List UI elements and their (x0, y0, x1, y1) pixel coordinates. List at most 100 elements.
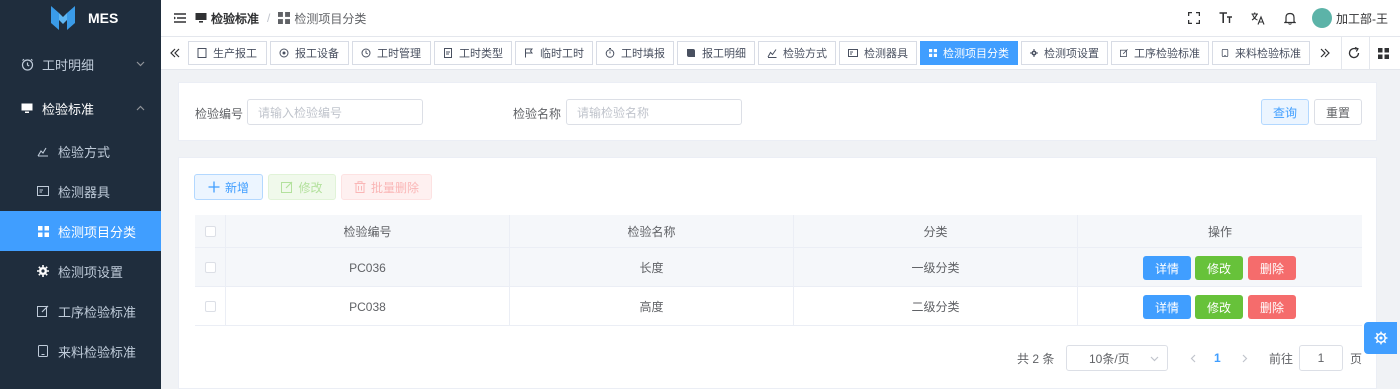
tab-item[interactable]: 检验方式 (758, 41, 836, 65)
cell-code: PC038 (226, 287, 510, 326)
tab-item[interactable]: 工序检验标准 (1111, 41, 1209, 65)
sidebar-item-inspection-tools[interactable]: 检测器具 (0, 171, 161, 211)
data-table: 检验编号 检验名称 分类 操作 PC036 长度 一级分类 详情 修改 删除 P… (195, 215, 1362, 327)
sidebar-item-label: 检测项目分类 (58, 224, 137, 240)
sidebar-item-process-standard[interactable]: 工序检验标准 (0, 291, 161, 331)
phone-icon (36, 344, 50, 358)
sidebar-item-label: 工序检验标准 (58, 304, 137, 320)
breadcrumb-separator: / (267, 11, 271, 25)
double-chevron-left-icon[interactable] (165, 37, 185, 69)
hamburger-icon[interactable] (165, 0, 195, 36)
tab-item[interactable]: 工时类型 (434, 41, 512, 65)
tab-item[interactable]: 来料检验标准 (1212, 41, 1310, 65)
goto-page-input[interactable]: 1 (1299, 345, 1343, 371)
sidebar: MES 工时明细 检验标准 检验方式 检测器具 检测项目分类 检测项设置 工序检… (0, 0, 161, 389)
tab-label: 报工设备 (295, 48, 339, 60)
tab-label: 临时工时 (540, 48, 584, 60)
edit-button-label: 修改 (298, 180, 323, 195)
prev-page-icon[interactable] (1186, 345, 1200, 371)
fullscreen-icon[interactable] (1178, 0, 1210, 36)
sidebar-group-inspection-standard[interactable]: 检验标准 (0, 88, 161, 128)
app-name: MES (88, 10, 119, 26)
tab-item[interactable]: 工时填报 (596, 41, 674, 65)
tab-item[interactable]: 生产报工 (188, 41, 267, 65)
current-page[interactable]: 1 (1214, 345, 1221, 371)
breadcrumb-item[interactable]: 检验标准 (211, 10, 259, 27)
row-delete-button[interactable]: 删除 (1248, 256, 1296, 280)
user-name: 加工部-王 (1336, 11, 1388, 26)
tab-label: 生产报工 (213, 48, 257, 60)
row-checkbox[interactable] (195, 248, 226, 287)
row-edit-button[interactable]: 修改 (1195, 295, 1243, 319)
sidebar-item-inspection-method[interactable]: 检验方式 (0, 131, 161, 171)
tab-item[interactable]: 检测项设置 (1021, 41, 1108, 65)
tab-label: 检测项目分类 (943, 48, 1009, 60)
sidebar-item-inspection-settings[interactable]: 检测项设置 (0, 251, 161, 291)
font-size-icon[interactable] (1210, 0, 1242, 36)
name-search-input[interactable]: 请输检验名称 (566, 99, 742, 125)
tab-label: 报工明细 (702, 48, 746, 60)
sidebar-item-inspection-category[interactable]: 检测项目分类 (0, 211, 161, 251)
top-navbar: 检验标准 / 检测项目分类 加工部-王 (161, 0, 1400, 36)
trash-icon (354, 181, 366, 193)
flag-icon (525, 48, 533, 58)
sidebar-item-label: 检验方式 (58, 144, 111, 160)
next-page-icon[interactable] (1238, 345, 1252, 371)
page-size-select[interactable]: 10条/页 (1066, 345, 1168, 371)
cell-name: 高度 (510, 287, 794, 326)
grid-menu-icon[interactable] (1369, 37, 1397, 69)
code-search-input[interactable]: 请输入检验编号 (247, 99, 423, 125)
chevron-up-icon (136, 105, 145, 111)
add-button[interactable]: 新增 (194, 174, 263, 200)
sidebar-group-work-hours[interactable]: 工时明细 (0, 44, 161, 84)
tab-item[interactable]: 检测器具 (839, 41, 917, 65)
cell-category: 二级分类 (794, 287, 1078, 326)
book-icon (687, 49, 695, 57)
column-header: 检验编号 (226, 215, 510, 248)
chevron-down-icon (136, 61, 145, 67)
user-menu[interactable]: 加工部-王 (1312, 8, 1388, 28)
chevron-down-icon (1150, 356, 1159, 362)
tab-active[interactable]: 检测项目分类 (920, 41, 1018, 65)
phone-icon (1221, 49, 1229, 57)
tab-item[interactable]: 报工明细 (677, 41, 755, 65)
card-icon (848, 49, 858, 57)
translate-icon[interactable] (1242, 0, 1274, 36)
refresh-icon[interactable] (1341, 37, 1365, 69)
column-header: 分类 (794, 215, 1078, 248)
tags-view: 生产报工 报工设备 工时管理 工时类型 临时工时 工时填报 报工明细 检验方式 检测器具 检测项目… (161, 36, 1400, 70)
row-checkbox[interactable] (195, 287, 226, 326)
table-row: PC036 长度 一级分类 详情 修改 删除 (195, 248, 1362, 287)
cell-name: 长度 (510, 248, 794, 287)
tab-item[interactable]: 报工设备 (270, 41, 349, 65)
settings-fab[interactable] (1364, 322, 1397, 354)
row-edit-button[interactable]: 修改 (1195, 256, 1243, 280)
tab-item[interactable]: 临时工时 (515, 41, 593, 65)
sidebar-item-incoming-standard[interactable]: 来料检验标准 (0, 331, 161, 371)
reset-button[interactable]: 重置 (1314, 99, 1362, 125)
doc-icon (197, 48, 207, 58)
code-label: 检验编号 (195, 107, 244, 121)
detail-button[interactable]: 详情 (1143, 295, 1191, 319)
grid-icon (278, 12, 291, 24)
batch-delete-button[interactable]: 批量删除 (341, 174, 432, 200)
logo: MES (0, 0, 161, 36)
bell-icon[interactable] (1274, 0, 1306, 36)
grid-icon (36, 224, 50, 238)
sidebar-group-label: 工时明细 (42, 57, 95, 73)
gear-icon (1030, 49, 1038, 57)
tab-item[interactable]: 工时管理 (352, 41, 431, 65)
sidebar-item-label: 来料检验标准 (58, 344, 137, 360)
select-all-checkbox[interactable] (195, 215, 226, 248)
detail-button[interactable]: 详情 (1143, 256, 1191, 280)
page-size-value: 10条/页 (1089, 351, 1130, 366)
name-label: 检验名称 (513, 107, 562, 121)
double-chevron-right-icon[interactable] (1315, 37, 1335, 69)
query-button[interactable]: 查询 (1261, 99, 1309, 125)
tab-label: 检验方式 (783, 48, 827, 60)
row-delete-button[interactable]: 删除 (1248, 295, 1296, 319)
edit-button[interactable]: 修改 (268, 174, 336, 200)
cell-code: PC036 (226, 248, 510, 287)
breadcrumb-current: 检测项目分类 (294, 11, 367, 26)
target-icon (279, 48, 289, 58)
